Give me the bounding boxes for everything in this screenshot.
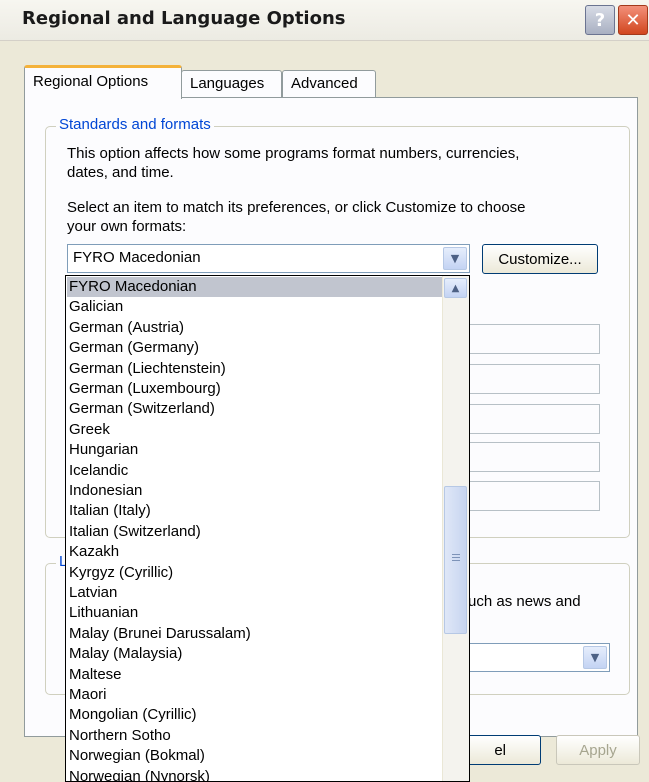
chevron-down-icon[interactable]: ▼ <box>443 247 467 270</box>
scroll-up-icon[interactable]: ▲ <box>444 278 467 298</box>
sample-field-time <box>462 404 600 434</box>
tab-languages[interactable]: Languages <box>181 70 282 97</box>
dropdown-option[interactable]: FYRO Macedonian <box>67 277 445 297</box>
customize-button[interactable]: Customize... <box>482 244 598 274</box>
sample-field-short-date <box>462 442 600 472</box>
format-dropdown-list[interactable]: FYRO Macedonian Galician German (Austria) G… <box>65 275 470 782</box>
dropdown-option[interactable]: Latvian <box>69 583 117 603</box>
dropdown-option[interactable]: Malay (Malaysia) <box>69 644 182 664</box>
standards-group-title: Standards and formats <box>56 116 214 133</box>
grip-icon <box>452 554 460 563</box>
tab-advanced[interactable]: Advanced <box>282 70 376 97</box>
apply-button[interactable]: Apply <box>556 735 640 765</box>
dropdown-option[interactable]: Norwegian (Nynorsk) <box>69 767 210 781</box>
location-description: uch as news and <box>468 593 581 610</box>
format-combo[interactable]: FYRO Macedonian ▼ <box>67 244 470 273</box>
tab-label: Advanced <box>291 75 358 92</box>
format-combo-value: FYRO Macedonian <box>73 249 201 266</box>
help-icon: ? <box>594 9 606 31</box>
dropdown-option[interactable]: Maori <box>69 685 107 705</box>
instruction-line: your own formats: <box>67 218 187 235</box>
dropdown-option[interactable]: Lithuanian <box>69 603 138 623</box>
sample-field-currency <box>462 364 600 394</box>
close-icon: ✕ <box>625 9 641 31</box>
dropdown-option[interactable]: Kyrgyz (Cyrillic) <box>69 563 173 583</box>
dropdown-scrollbar[interactable]: ▲ <box>442 276 469 781</box>
dropdown-option[interactable]: German (Switzerland) <box>69 399 215 419</box>
dropdown-option[interactable]: Norwegian (Bokmal) <box>69 746 205 766</box>
instruction-line: Select an item to match its preferences,… <box>67 199 526 216</box>
description-line: This option affects how some programs fo… <box>67 145 520 162</box>
dropdown-option[interactable]: Hungarian <box>69 440 138 460</box>
dropdown-option[interactable]: Maltese <box>69 665 122 685</box>
dropdown-option[interactable]: Indonesian <box>69 481 142 501</box>
sample-field-numbers <box>462 324 600 354</box>
standards-description: This option affects how some programs fo… <box>67 144 519 182</box>
tab-label: Languages <box>190 75 265 92</box>
window-title: Regional and Language Options <box>22 8 346 29</box>
dialog-window: Regional and Language Options ? ✕ Region… <box>0 0 649 782</box>
select-instruction: Select an item to match its preferences,… <box>67 198 526 236</box>
dropdown-option[interactable]: German (Austria) <box>69 318 184 338</box>
dropdown-option[interactable]: Northern Sotho <box>69 726 171 746</box>
chevron-down-icon[interactable]: ▼ <box>583 646 607 669</box>
dropdown-option[interactable]: German (Germany) <box>69 338 199 358</box>
dropdown-option[interactable]: Greek <box>69 420 110 440</box>
title-bar[interactable]: Regional and Language Options ? ✕ <box>0 0 649 41</box>
dropdown-option[interactable]: Kazakh <box>69 542 119 562</box>
dropdown-option[interactable]: Galician <box>69 297 123 317</box>
sample-field-long-date <box>462 481 600 511</box>
dropdown-option[interactable]: German (Luxembourg) <box>69 379 221 399</box>
dropdown-option[interactable]: Mongolian (Cyrillic) <box>69 705 197 725</box>
description-line: dates, and time. <box>67 164 174 181</box>
dropdown-option[interactable]: Malay (Brunei Darussalam) <box>69 624 251 644</box>
apply-label: Apply <box>579 741 617 759</box>
dropdown-option[interactable]: Italian (Italy) <box>69 501 151 521</box>
dropdown-option[interactable]: Italian (Switzerland) <box>69 522 201 542</box>
tab-label: Regional Options <box>33 73 149 90</box>
close-button[interactable]: ✕ <box>618 5 648 35</box>
customize-label: Customize... <box>498 250 582 268</box>
dropdown-option[interactable]: German (Liechtenstein) <box>69 359 226 379</box>
tab-regional-options[interactable]: Regional Options <box>24 65 182 99</box>
help-button[interactable]: ? <box>585 5 615 35</box>
cancel-label: el <box>494 741 506 759</box>
dropdown-option[interactable]: Icelandic <box>69 461 128 481</box>
scrollbar-thumb[interactable] <box>444 486 467 634</box>
